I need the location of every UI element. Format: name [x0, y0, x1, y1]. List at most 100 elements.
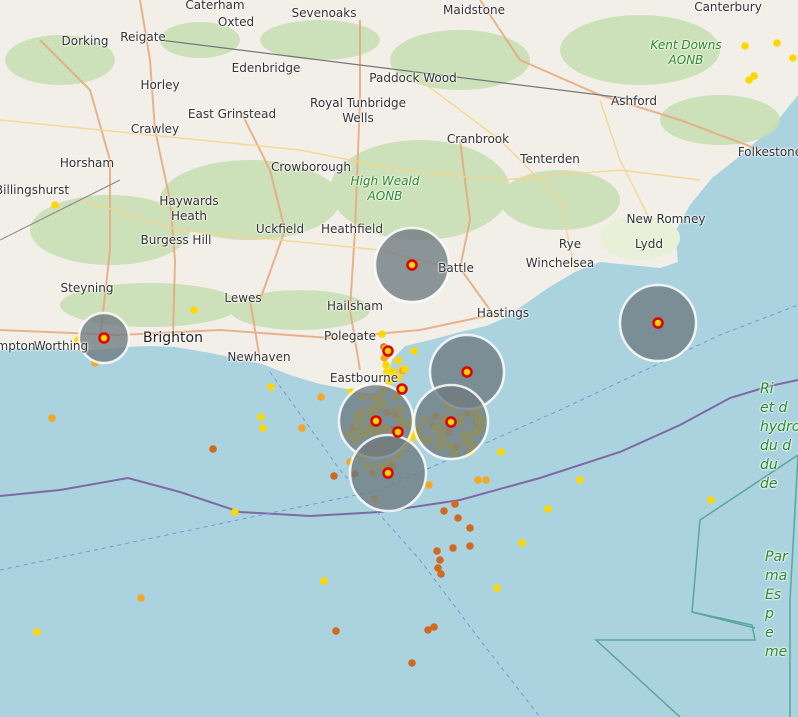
sea-area-label-line: du: [760, 457, 778, 473]
place-label: Ashford: [611, 94, 657, 108]
event-dot-icon[interactable]: [267, 383, 275, 391]
event-dot-icon[interactable]: [330, 472, 338, 480]
place-label: Eastbourne: [329, 371, 399, 385]
sea-area-label-line: p: [765, 606, 774, 622]
event-dot-icon[interactable]: [474, 476, 482, 484]
event-dot-icon[interactable]: [576, 476, 584, 484]
sea-area-label-line: me: [765, 644, 788, 660]
event-dot-icon[interactable]: [231, 508, 239, 516]
event-dot-icon[interactable]: [454, 514, 462, 522]
event-dot-icon[interactable]: [741, 42, 749, 50]
place-label: Crowborough: [270, 160, 352, 174]
place-label: Lewes: [224, 291, 262, 305]
place-label: Crawley: [130, 122, 180, 136]
place-label: Haywards: [159, 194, 219, 208]
event-dot-icon[interactable]: [451, 500, 459, 508]
place-label: Oxted: [217, 15, 255, 29]
event-dot-icon[interactable]: [518, 539, 526, 547]
cluster-marker-icon[interactable]: [412, 383, 490, 461]
place-label: Sevenoaks: [291, 6, 357, 20]
event-dot-icon[interactable]: [394, 356, 403, 365]
place-label: Royal Tunbridge: [310, 96, 406, 110]
event-dot-icon[interactable]: [209, 445, 217, 453]
sea-area-label-line: du d: [760, 438, 792, 454]
event-dot-icon[interactable]: [33, 628, 41, 636]
place-label: New Romney: [626, 212, 706, 226]
event-dot-icon[interactable]: [789, 54, 797, 62]
place-label: Cranbrook: [446, 132, 510, 146]
sea-area-label-line: ma: [765, 568, 788, 584]
cluster-marker-icon[interactable]: [396, 383, 408, 395]
event-dot-icon[interactable]: [430, 623, 438, 631]
event-dot-icon[interactable]: [466, 524, 474, 532]
event-dot-icon[interactable]: [544, 505, 552, 513]
event-dot-icon[interactable]: [466, 542, 474, 550]
event-dot-icon[interactable]: [320, 577, 328, 585]
city-label: Brighton: [143, 330, 203, 346]
event-dot-icon[interactable]: [745, 76, 753, 84]
event-dot-icon[interactable]: [449, 544, 457, 552]
event-dot-icon[interactable]: [425, 481, 433, 489]
sea-area-label-line: et d: [760, 400, 788, 416]
place-label: Edenbridge: [231, 61, 301, 75]
cluster-marker-icon[interactable]: [382, 345, 394, 357]
place-label: Reigate: [120, 30, 166, 44]
place-label: Folkestone: [737, 145, 798, 159]
cluster-marker-icon[interactable]: [618, 283, 698, 363]
event-dot-icon[interactable]: [436, 556, 444, 564]
event-dot-icon[interactable]: [51, 201, 59, 209]
place-label: Maidstone: [443, 3, 505, 17]
place-label: Battle: [438, 261, 474, 275]
sea-area-label-line: Ri: [760, 381, 774, 397]
event-dot-icon[interactable]: [773, 39, 781, 47]
place-label: East Grinstead: [187, 107, 277, 121]
event-dot-icon[interactable]: [707, 496, 715, 504]
event-dot-icon[interactable]: [433, 547, 441, 555]
event-dot-icon[interactable]: [48, 414, 56, 422]
place-label: Steyning: [60, 281, 114, 295]
place-label: Caterham: [185, 0, 245, 12]
place-label: Dorking: [61, 34, 109, 48]
sea-area-label-line: de: [760, 476, 778, 492]
event-dot-icon[interactable]: [497, 448, 505, 456]
event-dot-icon[interactable]: [408, 659, 416, 667]
place-label: Winchelsea: [525, 256, 595, 270]
sea-area-label: Par ma Es p e me: [765, 548, 788, 662]
place-label: Burgess Hill: [140, 233, 212, 247]
event-dot-icon[interactable]: [382, 361, 390, 369]
event-dot-icon[interactable]: [437, 570, 445, 578]
event-dot-icon[interactable]: [332, 627, 340, 635]
place-label: Hailsham: [327, 299, 383, 313]
park-label-line: AONB: [668, 53, 704, 67]
cluster-marker-icon[interactable]: [77, 311, 131, 365]
event-dot-icon[interactable]: [482, 476, 490, 484]
place-label: Wells: [342, 111, 374, 125]
event-dot-icon[interactable]: [190, 306, 198, 314]
place-label: Horley: [140, 78, 180, 92]
event-dot-icon[interactable]: [410, 347, 418, 355]
sea-area-label-line: Es: [765, 587, 782, 603]
place-label: Hastings: [476, 306, 530, 320]
event-dot-icon[interactable]: [259, 424, 267, 432]
event-dot-icon[interactable]: [440, 507, 448, 515]
event-dot-icon[interactable]: [257, 413, 265, 421]
event-dot-icon[interactable]: [317, 393, 325, 401]
park-label-line: High Weald: [350, 174, 420, 188]
event-dot-icon[interactable]: [137, 594, 145, 602]
place-label: mpton: [0, 339, 36, 353]
sea-area-label: Ri et d hydro du d du de: [760, 380, 798, 494]
place-label: Rye: [558, 237, 582, 251]
event-dot-icon[interactable]: [378, 330, 386, 338]
park-label: High Weald AONB: [351, 174, 420, 204]
event-dot-icon[interactable]: [401, 365, 409, 374]
cluster-marker-icon[interactable]: [348, 433, 428, 513]
park-label: Kent Downs AONB: [650, 38, 721, 68]
event-dot-icon[interactable]: [493, 584, 501, 592]
place-label: Billingshurst: [0, 183, 70, 197]
sea-area-label-line: Par: [765, 549, 788, 565]
place-label: Polegate: [324, 329, 376, 343]
cluster-marker-icon[interactable]: [392, 426, 404, 438]
event-dot-icon[interactable]: [298, 424, 306, 432]
map-view[interactable]: Caterham Oxted Sevenoaks Maidstone Canterbur…: [0, 0, 798, 717]
place-label: Lydd: [635, 237, 663, 251]
